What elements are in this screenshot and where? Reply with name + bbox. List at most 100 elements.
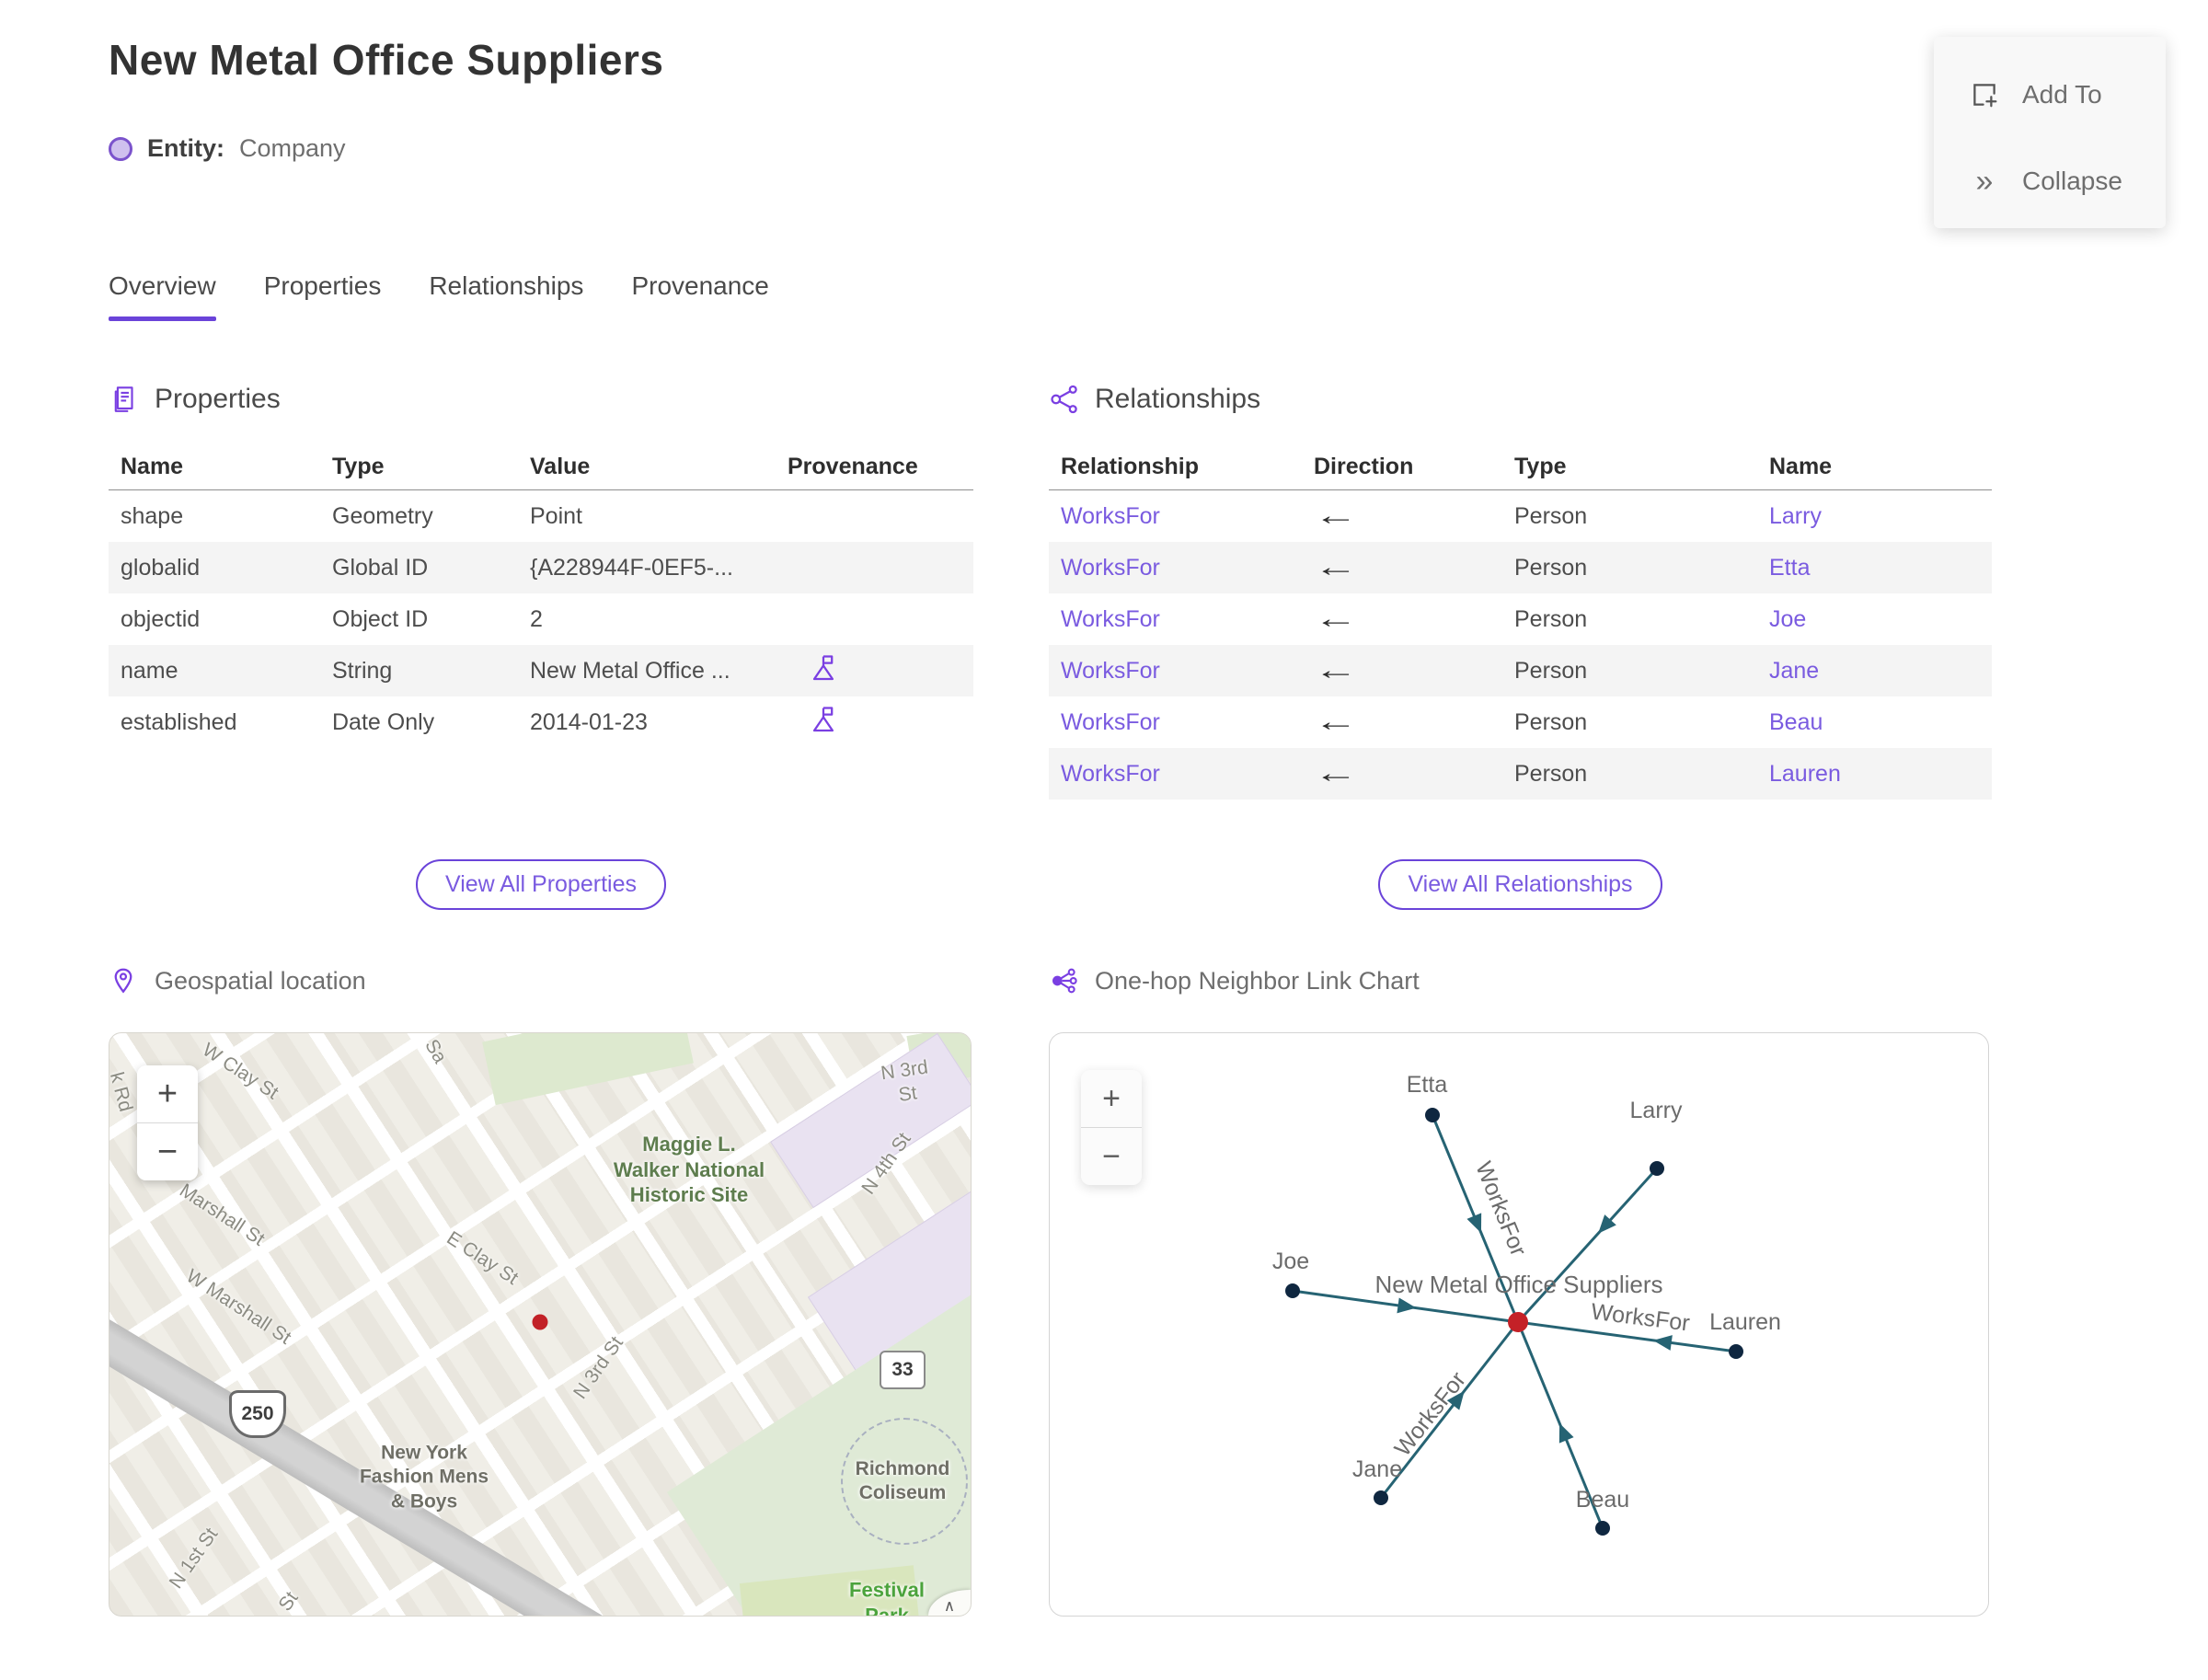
chart-zoom-out-button[interactable]: − (1081, 1128, 1142, 1185)
map-zoom-out-button[interactable]: − (137, 1123, 198, 1180)
route-shield-33: 33 (880, 1351, 926, 1389)
entity-label: Entity: (147, 134, 224, 162)
relationship-row-Joe: WorksFor ← Person Joe (1049, 593, 1992, 645)
related-entity-type: Person (1514, 554, 1588, 581)
provenance-flag-icon[interactable] (808, 652, 839, 684)
col-name: Name (121, 453, 184, 479)
relationship-type-link[interactable]: WorksFor (1061, 503, 1160, 529)
related-entity-link[interactable]: Larry (1769, 503, 1822, 529)
related-entity-link[interactable]: Beau (1769, 709, 1823, 735)
entity-type-dot (109, 136, 132, 161)
graph-edge-arrow (1558, 1422, 1574, 1444)
direction-arrow: ← (1314, 552, 1358, 582)
collapse-button[interactable]: » Collapse (1934, 149, 2166, 213)
view-all-relationships-button[interactable]: View All Relationships (1378, 859, 1662, 910)
geospatial-section-title: Geospatial location (155, 966, 366, 995)
map-street-label: N 3rd St (569, 1332, 627, 1403)
relationship-type-link[interactable]: WorksFor (1061, 709, 1160, 735)
chart-zoom-in-button[interactable]: + (1081, 1070, 1142, 1127)
relationships-panel: Relationships Relationship Direction Typ… (1049, 379, 1992, 910)
related-entity-link[interactable]: Joe (1769, 606, 1806, 632)
related-entity-type: Person (1514, 605, 1588, 632)
graph-node-Etta[interactable] (1425, 1108, 1440, 1122)
property-type: String (332, 657, 393, 684)
related-entity-link[interactable]: Lauren (1769, 761, 1841, 787)
relationship-type-link[interactable]: WorksFor (1061, 606, 1160, 632)
properties-doc-icon (109, 384, 140, 415)
property-provenance (776, 704, 973, 742)
provenance-flag-icon[interactable] (808, 704, 839, 735)
property-type: Object ID (332, 605, 429, 632)
view-all-properties-button[interactable]: View All Properties (416, 859, 666, 910)
graph-node-Larry[interactable] (1650, 1161, 1664, 1176)
linkchart-section-head: One-hop Neighbor Link Chart (1049, 966, 1420, 995)
map-zoom-in-button[interactable]: + (137, 1065, 198, 1122)
relationships-graph-icon (1049, 384, 1080, 415)
graph-node-label: Joe (1272, 1248, 1309, 1274)
graph-node-Beau[interactable] (1595, 1521, 1610, 1536)
entity-type-value: Company (239, 134, 346, 162)
related-entity-link[interactable]: Etta (1769, 555, 1810, 581)
graph-node-center[interactable] (1508, 1312, 1528, 1332)
relationship-type-link[interactable]: WorksFor (1061, 555, 1160, 581)
map-canvas[interactable]: k Rd W Clay St Sa Marshall St W Marshall St E… (109, 1032, 972, 1617)
graph-node-Lauren[interactable] (1729, 1344, 1743, 1359)
graph-edge-label: WorksFor (1389, 1367, 1470, 1461)
map-street-label: W Marshall St (182, 1265, 295, 1349)
entity-badge-row: Entity: Company (109, 134, 346, 163)
graph-node-Jane[interactable] (1374, 1490, 1388, 1505)
add-to-button[interactable]: Add To (1934, 63, 2166, 127)
map-poi-label: Festival Park (849, 1578, 925, 1617)
graph-node-Joe[interactable] (1285, 1283, 1300, 1298)
property-value: {A228944F-0EF5-... (530, 554, 733, 581)
tab-overview[interactable]: Overview (109, 271, 216, 321)
related-entity-type: Person (1514, 657, 1588, 684)
tab-properties[interactable]: Properties (264, 271, 382, 321)
link-chart-canvas[interactable]: WorksFor WorksFor WorksFor Etta Larry Joe Laur… (1049, 1032, 1989, 1617)
related-entity-link[interactable]: Jane (1769, 658, 1819, 684)
property-row-shape: shape Geometry Point (109, 490, 973, 542)
property-type: Geometry (332, 502, 433, 529)
relationship-type-link[interactable]: WorksFor (1061, 658, 1160, 684)
chart-zoom-control: + − (1081, 1070, 1142, 1185)
property-name: shape (121, 502, 184, 529)
col-type: Type (1514, 453, 1567, 479)
property-value: 2014-01-23 (530, 708, 648, 735)
map-street-label: Marshall St (176, 1179, 269, 1250)
entity-overview-page: New Metal Office Suppliers Entity: Compa… (0, 0, 2208, 1680)
graph-node-label: Etta (1407, 1072, 1448, 1098)
linkchart-section-title: One-hop Neighbor Link Chart (1095, 966, 1420, 995)
map-street-label: N 3rd St (880, 1056, 930, 1107)
related-entity-type: Person (1514, 708, 1588, 735)
property-name: name (121, 657, 178, 684)
relationship-type-link[interactable]: WorksFor (1061, 761, 1160, 787)
map-zoom-control: + − (137, 1065, 198, 1180)
map-street-label: Sa (420, 1035, 451, 1067)
map-poi-label: Richmond Coliseum (855, 1457, 950, 1503)
relationships-section-head: Relationships (1049, 379, 1992, 420)
property-name: objectid (121, 605, 201, 632)
relationship-row-Etta: WorksFor ← Person Etta (1049, 542, 1992, 593)
col-name: Name (1769, 453, 1833, 479)
map-pin-icon (109, 966, 138, 995)
double-chevron-right-icon: » (1975, 164, 1994, 199)
property-value: Point (530, 502, 582, 529)
graph-edge-Larry (1516, 1167, 1659, 1324)
map-street-label: E Clay St (443, 1226, 523, 1289)
col-value: Value (530, 453, 591, 479)
direction-arrow: ← (1314, 501, 1358, 531)
collapse-label: Collapse (2022, 167, 2122, 195)
tab-bar: Overview Properties Relationships Proven… (109, 271, 769, 321)
graph-edge-label: WorksFor (1590, 1299, 1691, 1337)
relationship-row-Jane: WorksFor ← Person Jane (1049, 645, 1992, 696)
properties-table-header: Name Type Value Provenance (109, 443, 973, 490)
property-type: Date Only (332, 708, 435, 735)
col-type: Type (332, 453, 385, 479)
tab-provenance[interactable]: Provenance (631, 271, 768, 321)
add-to-label: Add To (2022, 80, 2102, 109)
property-name: established (121, 708, 237, 735)
property-value: 2 (530, 605, 543, 632)
graph-node-label: Beau (1576, 1487, 1629, 1513)
tab-relationships[interactable]: Relationships (429, 271, 583, 321)
properties-section-head: Properties (109, 379, 973, 420)
